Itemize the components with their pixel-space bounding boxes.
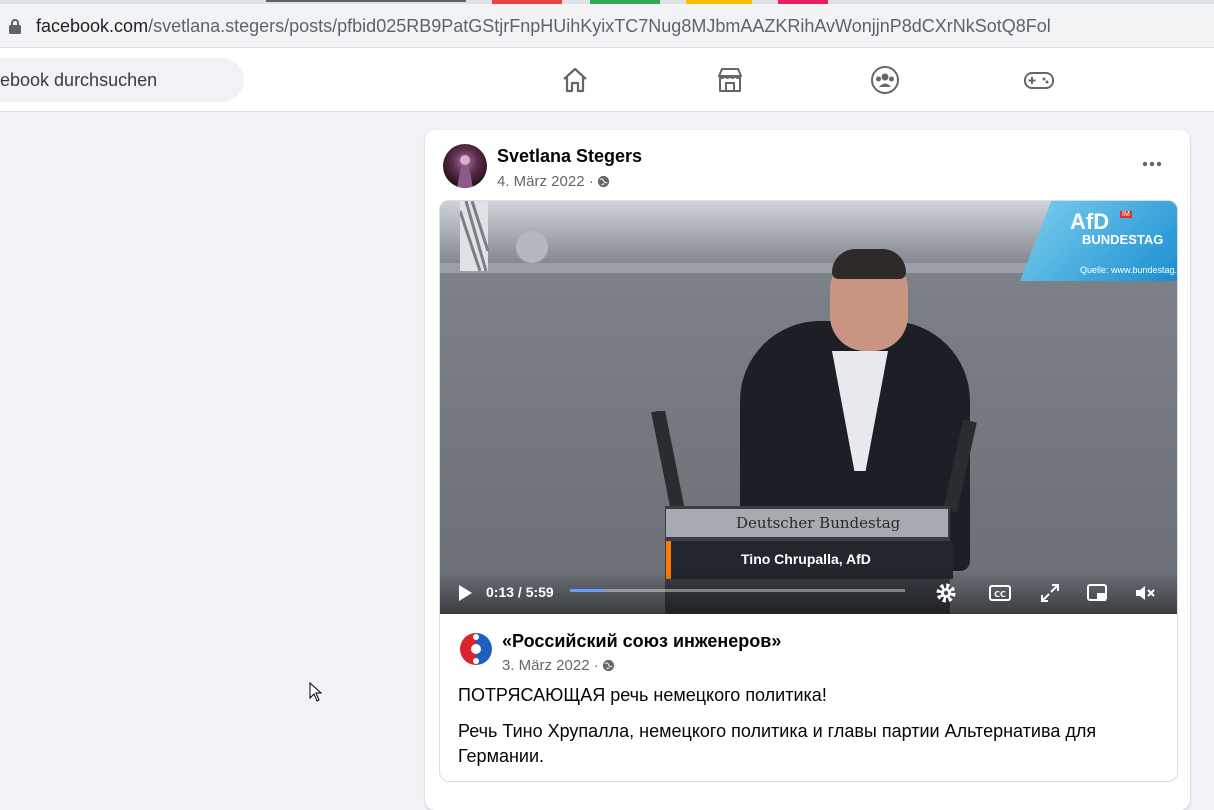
- shared-post: Deutscher Bundestag Tino Chrupalla, AfD …: [439, 200, 1178, 782]
- post-date[interactable]: 4. März 2022 ·: [497, 173, 594, 190]
- marketplace-icon: [718, 68, 742, 92]
- video-time: 0:13 / 5:59: [486, 584, 554, 600]
- post-card: Svetlana Stegers 4. März 2022 · Deutsche…: [425, 130, 1190, 810]
- muted-speaker-icon[interactable]: [1133, 581, 1157, 605]
- lock-icon: [9, 19, 21, 34]
- picture-in-picture-icon[interactable]: [1085, 581, 1109, 605]
- shared-body-text: Речь Тино Хрупалла, немецкого политика и…: [458, 721, 1097, 766]
- gaming-nav-button[interactable]: [1023, 64, 1055, 96]
- fullscreen-icon[interactable]: [1038, 581, 1062, 605]
- home-nav-button[interactable]: [559, 64, 591, 96]
- globe-icon: [597, 175, 609, 188]
- groups-nav-button[interactable]: [869, 64, 901, 96]
- lectern-plate: Deutscher Bundestag: [666, 509, 948, 537]
- shared-date[interactable]: 3. März 2022 ·: [502, 657, 599, 674]
- svg-text:CC: CC: [994, 590, 1006, 599]
- search-placeholder: ebook durchsuchen: [0, 70, 158, 90]
- captions-icon[interactable]: CC: [988, 581, 1012, 605]
- groups-icon: [871, 66, 899, 94]
- tab-color-5: [266, 0, 466, 2]
- marketplace-nav-button[interactable]: [714, 64, 746, 96]
- url-text[interactable]: facebook.com/svetlana.stegers/posts/pfbi…: [36, 16, 1051, 37]
- bundestag-eagle-icon: [460, 201, 548, 271]
- speaker-hair: [832, 249, 906, 279]
- shared-headline: ПОТРЯСАЮЩАЯ речь немецкого политика!: [458, 685, 827, 705]
- settings-gear-icon[interactable]: [934, 581, 958, 605]
- url-path: /svetlana.stegers/posts/pfbid025RB9PatGS…: [148, 16, 1051, 36]
- lectern-plate-title: Deutscher Bundestag: [736, 514, 901, 532]
- video-source-label: Quelle: www.bundestag.de: [1080, 265, 1177, 275]
- globe-icon: [602, 659, 614, 672]
- facebook-top-nav: ebook durchsuchen: [0, 48, 1214, 112]
- address-bar[interactable]: facebook.com/svetlana.stegers/posts/pfbi…: [0, 4, 1214, 48]
- mouse-cursor-icon: [309, 682, 323, 702]
- search-input[interactable]: ebook durchsuchen: [0, 58, 244, 102]
- author-avatar[interactable]: [443, 144, 487, 188]
- video-controls: 0:13 / 5:59 CC: [440, 571, 1177, 614]
- shared-page-avatar[interactable]: [458, 631, 494, 667]
- more-options-icon[interactable]: [1140, 152, 1164, 176]
- shared-page-name[interactable]: «Российский союз инженеров»: [502, 631, 781, 652]
- post-meta: 4. März 2022 ·: [497, 173, 610, 190]
- video-progress-fill: [570, 589, 604, 592]
- speaker-name-caption: Tino Chrupalla, AfD: [741, 551, 871, 567]
- video-player[interactable]: Deutscher Bundestag Tino Chrupalla, AfD …: [440, 201, 1177, 614]
- home-icon: [563, 67, 587, 93]
- video-progress-bar[interactable]: [570, 589, 905, 592]
- url-domain: facebook.com: [36, 16, 149, 36]
- play-icon[interactable]: [452, 581, 476, 605]
- afd-im-label: IM: [1120, 211, 1132, 218]
- post-author[interactable]: Svetlana Stegers: [497, 146, 642, 167]
- shared-meta: 3. März 2022 ·: [502, 657, 615, 674]
- gaming-icon: [1024, 72, 1054, 89]
- afd-bundestag-label: BUNDESTAG: [1082, 232, 1164, 247]
